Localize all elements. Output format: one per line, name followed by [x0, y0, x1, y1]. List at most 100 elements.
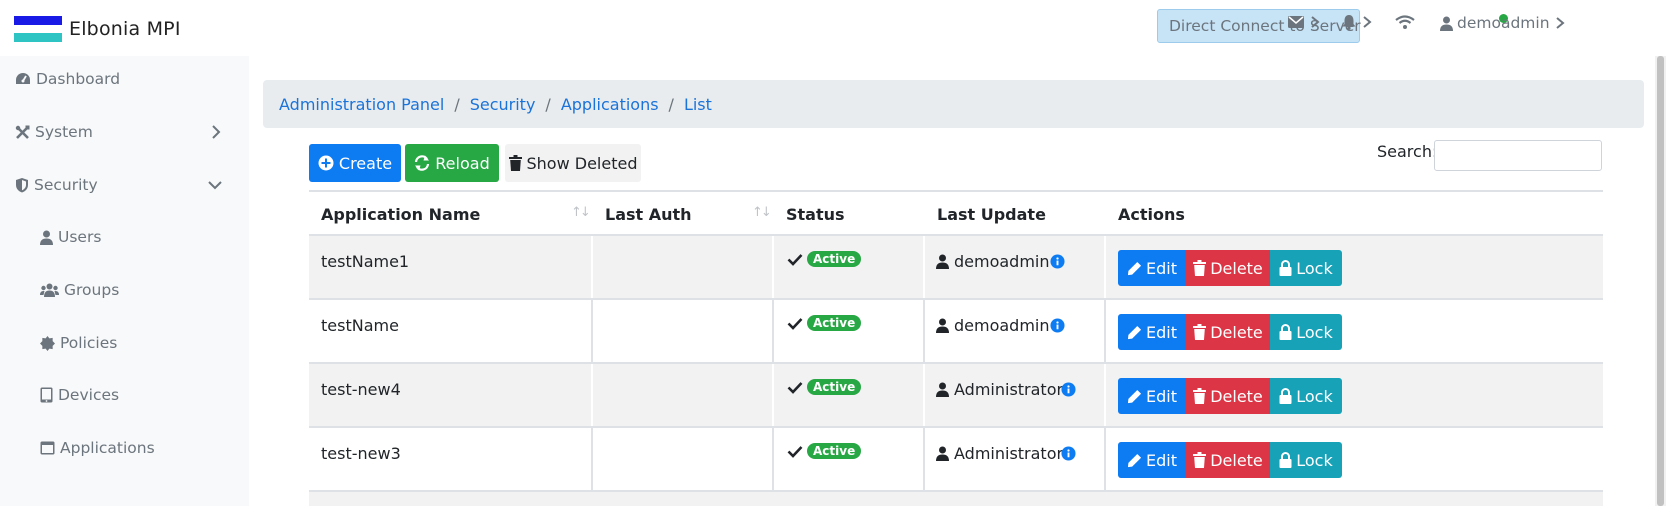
column-header-last-auth[interactable]: Last Auth [593, 192, 774, 236]
edit-button[interactable]: Edit [1118, 442, 1186, 478]
breadcrumb-link[interactable]: Applications [561, 95, 659, 114]
chevron-down-icon [208, 181, 222, 190]
table-row: testName Active demoadmin Edit Delete Lo… [309, 300, 1603, 364]
table-row: testName1 Active demoadmin Edit Delete L… [309, 236, 1603, 300]
sidebar-item-security[interactable]: Security [15, 176, 235, 194]
sidebar-item-system[interactable]: System [15, 123, 235, 141]
create-button[interactable]: Create [309, 144, 401, 182]
check-icon [787, 253, 803, 266]
pencil-icon [1127, 453, 1142, 467]
breadcrumb-link[interactable]: Administration Panel [279, 95, 444, 114]
direct-connect-label: Direct Connect to Server [1169, 17, 1361, 35]
column-header-actions: Actions [1118, 204, 1185, 224]
sidebar-item-devices[interactable]: Devices [40, 386, 119, 404]
sync-icon [415, 155, 430, 171]
breadcrumb-link[interactable]: List [684, 95, 712, 114]
tools-icon [15, 125, 30, 139]
last-update-cell: Administrator [936, 380, 1063, 399]
lock-button[interactable]: Lock [1270, 250, 1342, 286]
lock-button[interactable]: Lock [1270, 314, 1342, 350]
check-icon [787, 381, 803, 394]
status-cell: Active [787, 251, 862, 267]
user-icon [936, 318, 949, 333]
user-icon [1440, 16, 1453, 31]
table-row: test-new4 Active Administrator Edit Dele… [309, 364, 1603, 428]
info-circle-icon[interactable] [1050, 318, 1065, 333]
delete-button[interactable]: Delete [1186, 314, 1270, 350]
column-header-status: Status [786, 204, 845, 224]
edit-button[interactable]: Edit [1118, 250, 1186, 286]
direct-connect-button[interactable]: Direct Connect to Server [1157, 9, 1361, 43]
sidebar-item-dashboard[interactable]: Dashboard [15, 70, 120, 88]
pencil-icon [1127, 389, 1142, 403]
notifications-menu[interactable] [1342, 14, 1373, 30]
tablet-icon [40, 387, 53, 403]
chevron-right-icon [1555, 17, 1565, 29]
connection-status[interactable] [1395, 14, 1415, 30]
sidebar-item-groups[interactable]: Groups [40, 281, 119, 299]
dashboard-icon [16, 73, 30, 84]
delete-button[interactable]: Delete [1186, 250, 1270, 286]
sidebar-item-users[interactable]: Users [40, 228, 101, 246]
pencil-icon [1127, 325, 1142, 339]
sidebar-item-label: Applications [60, 439, 155, 457]
sidebar-item-applications[interactable]: Applications [40, 439, 155, 457]
sidebar-item-policies[interactable]: Policies [40, 334, 117, 352]
users-icon [40, 283, 59, 297]
user-icon [936, 446, 949, 461]
breadcrumb-link[interactable]: Security [470, 95, 536, 114]
column-header-application-name[interactable]: Application Name [309, 192, 593, 236]
window-icon [40, 441, 55, 455]
scrollbar-thumb[interactable] [1657, 56, 1664, 506]
sidebar: Dashboard System Security Users Groups P… [0, 56, 249, 506]
sidebar-item-label: Groups [64, 281, 120, 299]
lock-icon [1279, 388, 1292, 404]
table-row [309, 492, 1603, 506]
breadcrumb-separator: / [454, 94, 460, 114]
application-name: testName1 [321, 252, 410, 271]
user-menu[interactable]: demoadmin [1440, 14, 1566, 32]
envelope-icon [1288, 16, 1304, 28]
delete-button[interactable]: Delete [1186, 378, 1270, 414]
status-badge: Active [807, 443, 862, 459]
search-input[interactable] [1434, 140, 1602, 171]
sort-icon[interactable]: ↑↓ [752, 205, 772, 220]
info-circle-icon[interactable] [1050, 254, 1065, 269]
status-cell: Active [787, 315, 862, 331]
show-deleted-label: Show Deleted [526, 153, 638, 173]
brand-title: Elbonia MPI [69, 18, 181, 40]
chevron-right-icon [1311, 16, 1320, 28]
shield-icon [16, 178, 28, 193]
sidebar-item-label: Dashboard [36, 70, 121, 88]
status-cell: Active [787, 379, 862, 395]
status-badge: Active [807, 315, 862, 331]
show-deleted-button[interactable]: Show Deleted [505, 144, 641, 182]
check-icon [787, 317, 803, 330]
lock-icon [1279, 260, 1292, 276]
edit-button[interactable]: Edit [1118, 314, 1186, 350]
search-label: Search: [1377, 142, 1438, 161]
create-label: Create [338, 153, 393, 173]
info-circle-icon[interactable] [1061, 382, 1076, 397]
bell-icon [1342, 15, 1356, 30]
delete-button[interactable]: Delete [1186, 442, 1270, 478]
brand[interactable]: Elbonia MPI [14, 16, 181, 43]
sidebar-item-label: System [35, 123, 93, 141]
lock-icon [1279, 324, 1292, 340]
reload-button[interactable]: Reload [405, 144, 499, 182]
trash-icon [1193, 388, 1207, 404]
info-circle-icon[interactable] [1061, 446, 1076, 461]
last-update-cell: demoadmin [936, 252, 1050, 271]
reload-label: Reload [435, 153, 490, 173]
sort-icon[interactable]: ↑↓ [571, 205, 591, 220]
application-name: test-new3 [321, 444, 401, 463]
edit-button[interactable]: Edit [1118, 378, 1186, 414]
lock-button[interactable]: Lock [1270, 442, 1342, 478]
lock-icon [1279, 452, 1292, 468]
lock-button[interactable]: Lock [1270, 378, 1342, 414]
main-content: Administration Panel / Security / Applic… [249, 56, 1666, 506]
messages-menu[interactable] [1288, 14, 1321, 30]
trash-icon [1193, 324, 1207, 340]
sidebar-item-label: Devices [58, 386, 120, 404]
last-update-cell: demoadmin [936, 316, 1050, 335]
